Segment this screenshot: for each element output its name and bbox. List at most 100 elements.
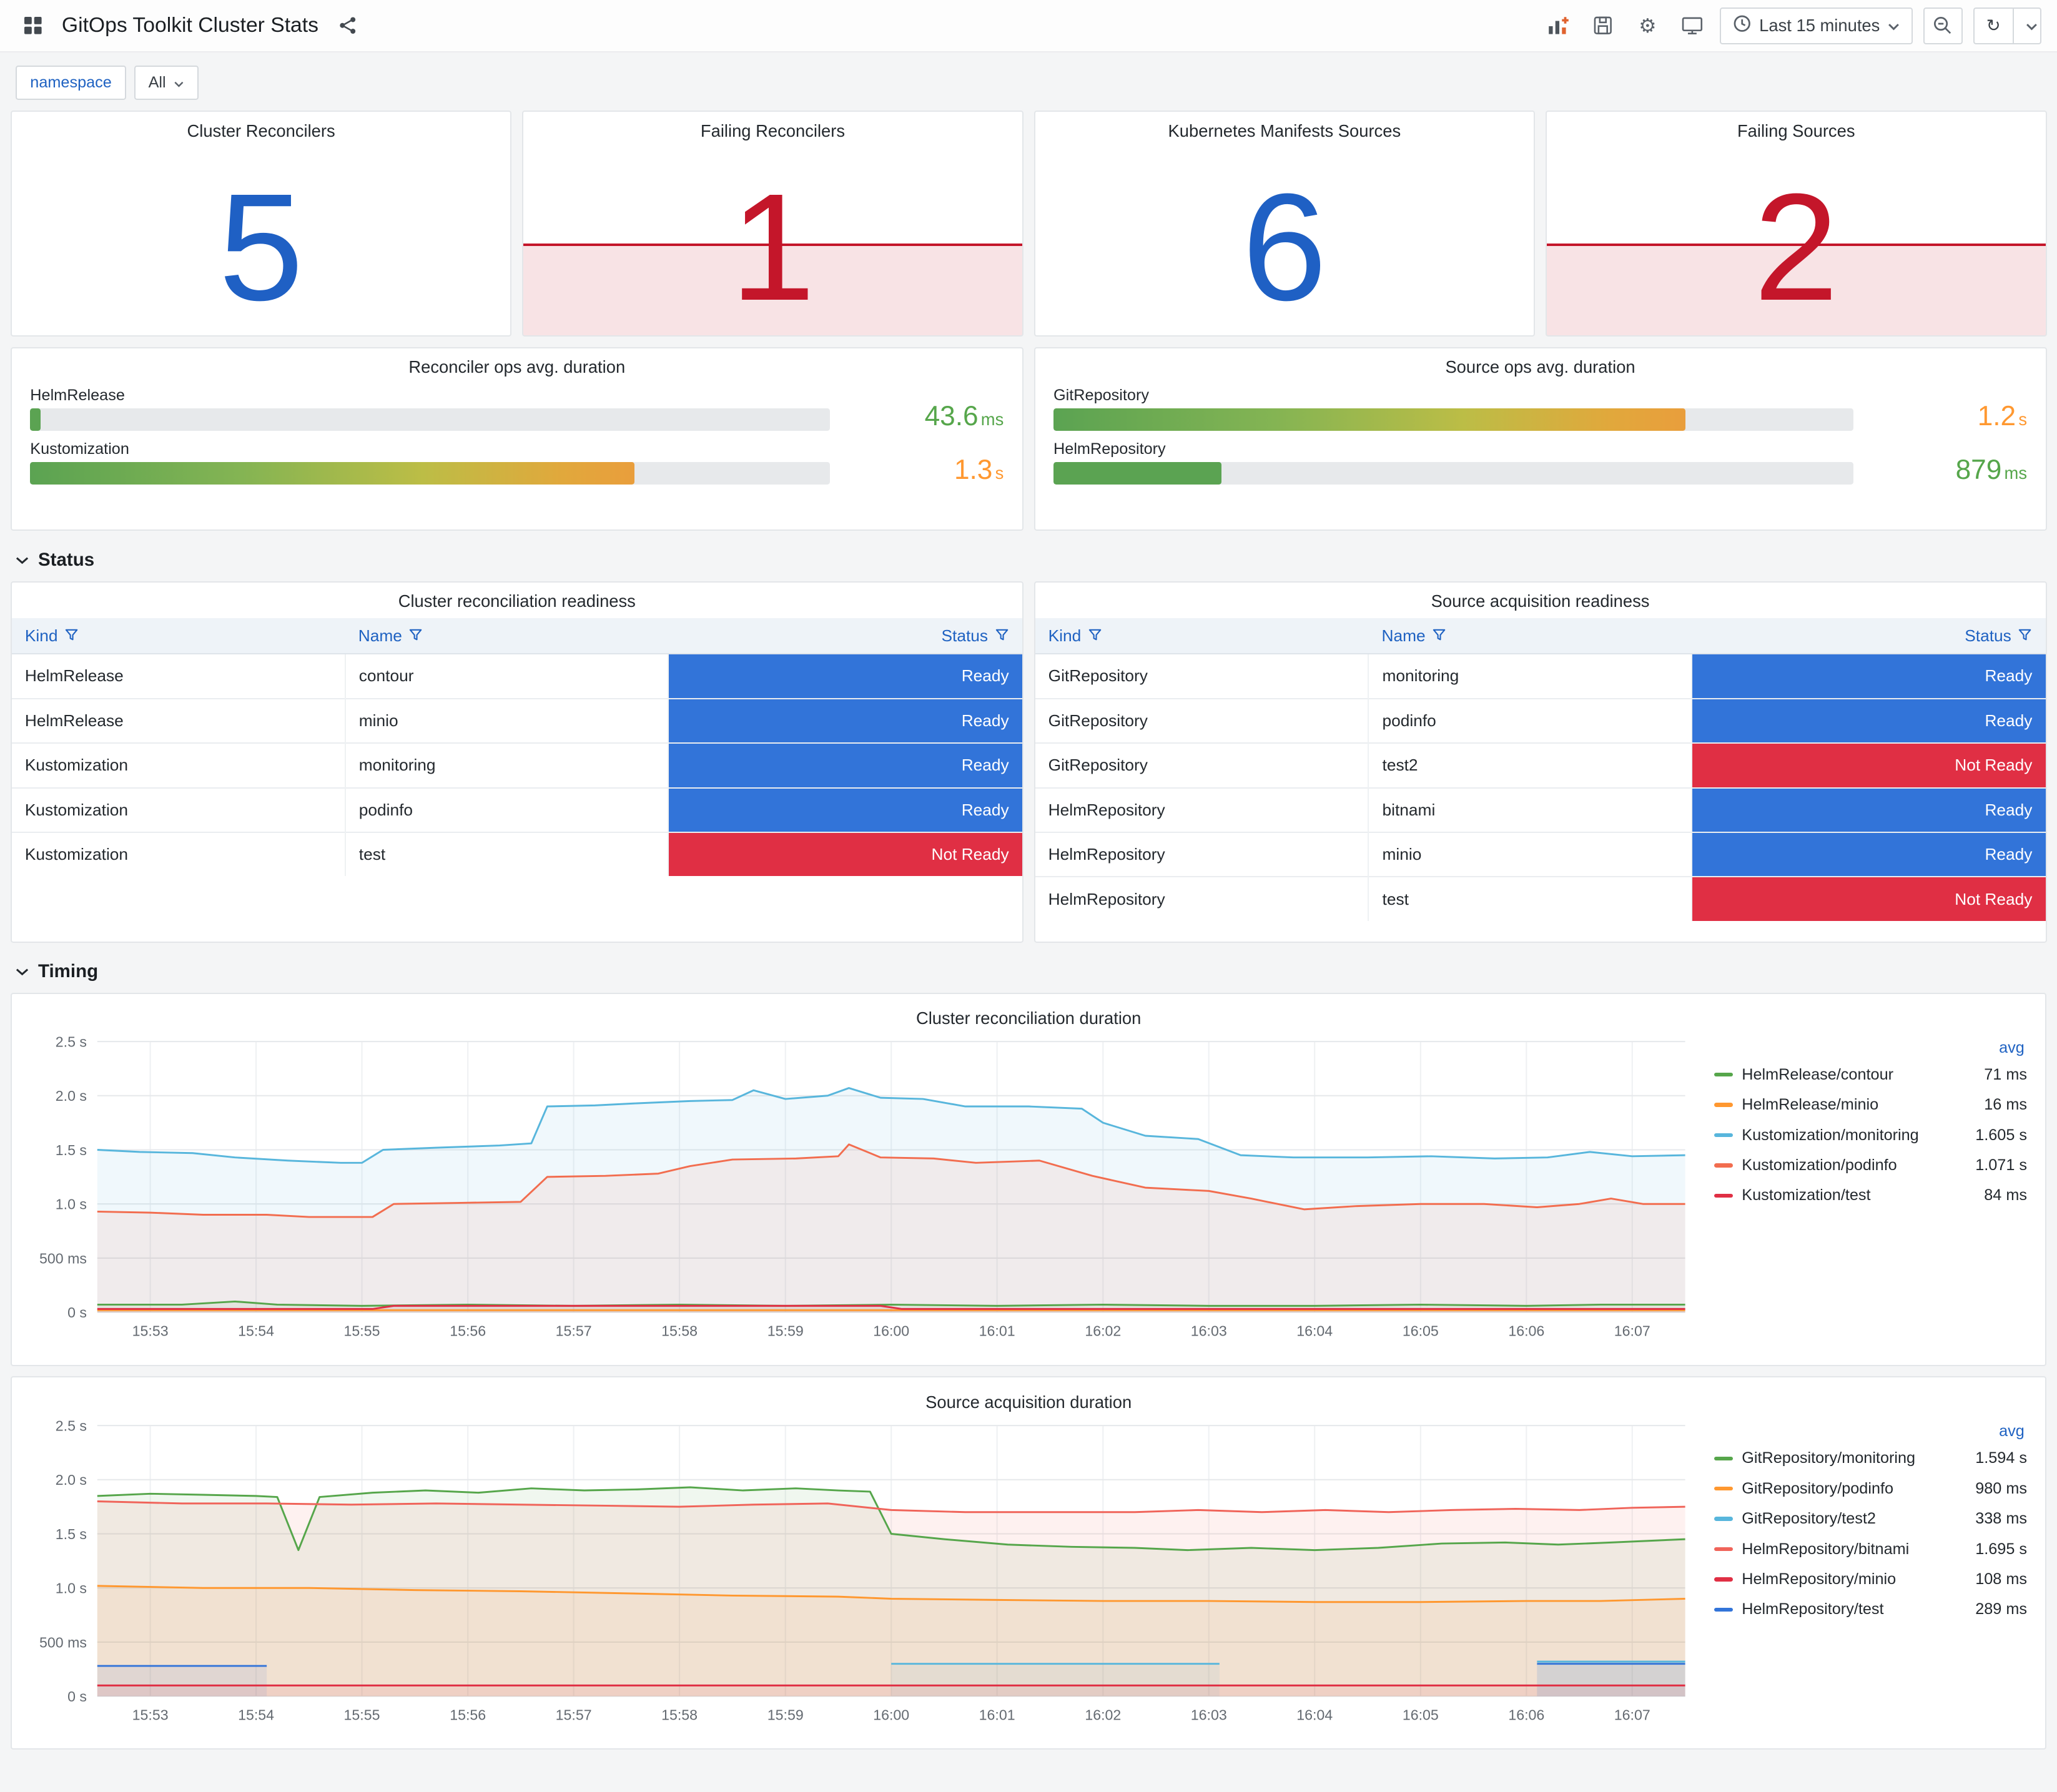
svg-text:15:54: 15:54 [238,1323,274,1339]
legend-item[interactable]: GitRepository/podinfo 980 ms [1714,1474,2027,1504]
series-avg-value: 338 ms [1975,1510,2028,1528]
filter-funnel-icon[interactable] [64,628,79,642]
svg-text:16:05: 16:05 [1403,1323,1439,1339]
series-avg-value: 1.071 s [1975,1156,2028,1174]
table-row: GitRepository podinfo Ready [1035,697,2046,744]
section-status[interactable]: Status [16,549,2041,571]
save-dashboard-icon[interactable] [1586,9,1620,43]
series-color-dash [1714,1103,1733,1107]
clock-icon [1733,14,1751,37]
gauge-label: GitRepository [1053,386,1150,405]
readiness-table: Kind Name Status HelmRelease contour Ready… [11,618,1022,877]
time-series-plot[interactable]: 15:53 15:54 15:55 15:56 15:57 15:58 15:59 16:00… [25,1412,1701,1733]
gauge-fill [1053,408,1686,431]
series-color-dash [1714,1517,1733,1521]
svg-text:0 s: 0 s [67,1304,87,1321]
time-series-plot[interactable]: 15:53 15:54 15:55 15:56 15:57 15:58 15:59 16:00… [25,1028,1701,1349]
svg-text:15:58: 15:58 [661,1706,698,1723]
table-row: HelmRelease contour Ready [11,654,1022,699]
panel-title[interactable]: Reconciler ops avg. duration [12,348,1022,378]
refresh-interval-dropdown[interactable] [2012,7,2042,44]
section-timing[interactable]: Timing [16,961,2041,982]
gauge-helmrelease: HelmRelease 43.6 ms [30,386,1004,431]
panel-title[interactable]: Cluster reconciliation duration [25,999,2033,1028]
tv-cycle-view-icon[interactable] [1675,9,1710,43]
gauge-value: 1.3 s [954,454,1004,485]
series-name: Kustomization/monitoring [1742,1126,1919,1144]
table-row: HelmRepository minio Ready [1035,831,2046,877]
column-header-kind[interactable]: Kind [1035,618,1369,655]
series-color-dash [1714,1456,1733,1460]
readiness-table: Kind Name Status GitRepository monitoring … [1035,618,2046,921]
cell-name: test [345,831,669,877]
chart-legend: avg GitRepository/monitoring 1.594 s Git… [1701,1412,2032,1743]
cell-name: monitoring [345,742,669,788]
panel-title[interactable]: Failing Reconcilers [523,112,1022,141]
series-avg-value: 1.695 s [1975,1540,2028,1558]
zoom-out-button[interactable] [1923,7,1963,44]
legend-item[interactable]: GitRepository/monitoring 1.594 s [1714,1444,2027,1474]
column-header-status[interactable]: Status [1692,618,2046,655]
stat-panel-failing-sources: Failing Sources 2 [1545,110,2047,337]
cell-kind: Kustomization [11,742,346,788]
column-header-name[interactable]: Name [1368,618,1692,655]
filter-funnel-icon[interactable] [1432,628,1446,642]
cell-name: minio [345,697,669,744]
panel-title[interactable]: Failing Sources [1547,112,2046,141]
legend-item[interactable]: HelmRelease/minio 16 ms [1714,1090,2027,1120]
share-icon[interactable] [330,9,365,43]
chart-panel-source-acquisition: Source acquisition duration 15:53 15:54 15… [10,1376,2047,1750]
series-avg-value: 1.594 s [1975,1449,2028,1467]
chart-plot-area[interactable]: 15:53 15:54 15:55 15:56 15:57 15:58 15:59 16:00… [25,1028,1701,1359]
panel-title[interactable]: Source ops avg. duration [1035,348,2046,378]
cell-kind: GitRepository [1035,697,1369,744]
cell-name: test2 [1368,742,1693,788]
dashboard-grid-icon[interactable] [16,9,50,43]
filter-funnel-icon[interactable] [995,628,1009,642]
filter-funnel-icon[interactable] [1088,628,1102,642]
column-header-status[interactable]: Status [668,618,1022,655]
legend-item[interactable]: HelmRepository/bitnami 1.695 s [1714,1534,2027,1564]
legend-item[interactable]: Kustomization/podinfo 1.071 s [1714,1150,2027,1180]
status-badge: Ready [669,789,1022,832]
legend-item[interactable]: Kustomization/monitoring 1.605 s [1714,1120,2027,1150]
legend-item[interactable]: Kustomization/test 84 ms [1714,1181,2027,1211]
svg-text:2.5 s: 2.5 s [56,1417,87,1434]
series-color-dash [1714,1133,1733,1138]
svg-text:1.5 s: 1.5 s [56,1526,87,1542]
series-color-dash [1714,1073,1733,1077]
legend-item[interactable]: HelmRelease/contour 71 ms [1714,1060,2027,1090]
chart-plot-area[interactable]: 15:53 15:54 15:55 15:56 15:57 15:58 15:59 16:00… [25,1412,1701,1743]
chart-panel-cluster-reconciliation: Cluster reconciliation duration 15:53 15:… [10,992,2047,1366]
svg-text:15:55: 15:55 [343,1323,380,1339]
settings-gear-icon[interactable]: ⚙ [1630,9,1665,43]
series-color-dash [1714,1577,1733,1582]
panel-title[interactable]: Source acquisition readiness [1035,583,2046,612]
gauge-fill [1053,462,1222,485]
cell-kind: Kustomization [11,787,346,832]
panel-title[interactable]: Cluster reconciliation readiness [12,583,1022,612]
cell-kind: HelmRepository [1035,831,1369,877]
series-avg-value: 84 ms [1984,1186,2028,1204]
filter-funnel-icon[interactable] [2018,628,2032,642]
legend-item[interactable]: HelmRepository/test 289 ms [1714,1595,2027,1625]
column-header-kind[interactable]: Kind [11,618,345,655]
panel-title[interactable]: Kubernetes Manifests Sources [1035,112,1534,141]
refresh-button[interactable]: ↻ [1973,7,2013,44]
status-badge: Ready [669,744,1022,787]
gauge-fill [30,408,41,431]
legend-item[interactable]: GitRepository/test2 338 ms [1714,1504,2027,1534]
filter-funnel-icon[interactable] [408,628,423,642]
panel-title[interactable]: Cluster Reconcilers [12,112,511,141]
status-badge: Not Ready [1692,744,2046,787]
namespace-variable-label[interactable]: namespace [16,66,126,100]
namespace-variable-select[interactable]: All [134,66,199,100]
legend-item[interactable]: HelmRepository/minio 108 ms [1714,1564,2027,1594]
column-header-name[interactable]: Name [345,618,669,655]
time-range-picker[interactable]: Last 15 minutes [1720,7,1913,44]
panel-title[interactable]: Source acquisition duration [25,1383,2033,1412]
cell-name: test [1368,876,1693,921]
add-panel-icon[interactable] [1541,9,1576,43]
cell-kind: HelmRelease [11,654,346,699]
svg-text:16:04: 16:04 [1296,1706,1333,1723]
